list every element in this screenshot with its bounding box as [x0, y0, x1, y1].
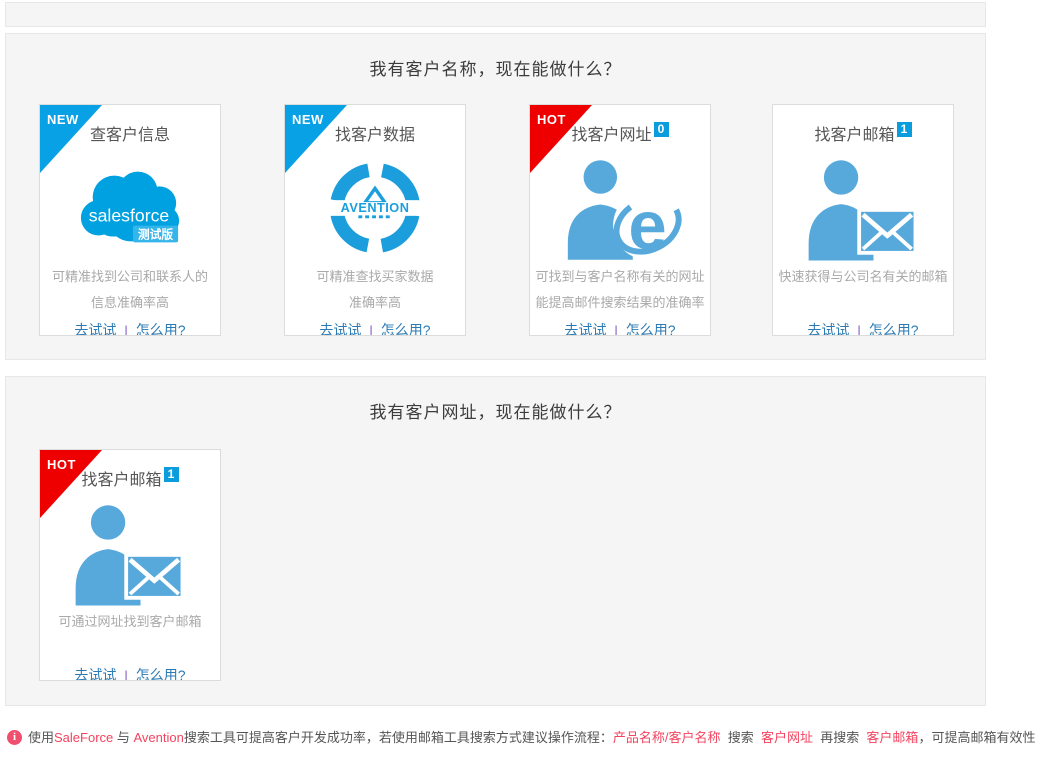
link-separator: |: [369, 323, 372, 336]
card-title: 查客户信息: [40, 126, 220, 146]
try-it-link[interactable]: 去试试: [564, 322, 606, 336]
person-mail-icon: [40, 497, 220, 609]
count-badge: 1: [164, 467, 179, 482]
link-separator: |: [857, 323, 860, 336]
info-icon: i: [7, 730, 22, 745]
link-separator: |: [124, 323, 127, 336]
section-customer-name: 我有客户名称，现在能做什么？ NEW 查客户信息 salesforce 测试版: [5, 33, 986, 360]
top-bar: [5, 2, 986, 27]
try-it-link[interactable]: 去试试: [74, 322, 116, 336]
section-title: 我有客户网址，现在能做什么？: [6, 398, 985, 423]
section-customer-website: 我有客户网址，现在能做什么？ HOT 找客户邮箱1 可通过网址找到客户邮箱 去: [5, 376, 986, 706]
card-description: 可通过网址找到客户邮箱: [40, 609, 220, 662]
section-title: 我有客户名称，现在能做什么？: [6, 55, 985, 80]
card-check-customer-info: NEW 查客户信息 salesforce 测试版 可精准找到公司和联系人的: [39, 104, 221, 336]
count-badge: 1: [897, 122, 912, 137]
card-title: 找客户数据: [285, 126, 465, 146]
card-find-customer-email: 找客户邮箱1 快速获得与公司名有关的邮箱 去试试 | 怎么用?: [772, 104, 954, 336]
card-title: 找客户邮箱1: [40, 471, 220, 491]
count-badge: 0: [654, 122, 669, 137]
avention-logo: AVENTION: [285, 152, 465, 264]
card-description: 可找到与客户名称有关的网址 能提高邮件搜索结果的准确率: [530, 264, 710, 317]
how-to-use-link[interactable]: 怎么用?: [626, 322, 676, 336]
how-to-use-link[interactable]: 怎么用?: [869, 322, 919, 336]
link-separator: |: [124, 668, 127, 681]
how-to-use-link[interactable]: 怎么用?: [136, 667, 186, 681]
card-title: 找客户网址0: [530, 126, 710, 146]
how-to-use-link[interactable]: 怎么用?: [136, 322, 186, 336]
footer-tip-text: 使用SaleForce 与 Avention搜索工具可提高客户开发成功率，若使用…: [28, 729, 1035, 747]
person-browser-icon: e: [530, 152, 710, 264]
card-find-customer-website: HOT 找客户网址0 e 可找到与客户名称有关的网址 能提高邮件搜索结果的准确率…: [529, 104, 711, 336]
footer-tip: i 使用SaleForce 与 Avention搜索工具可提高客户开发成功率，若…: [7, 729, 1037, 747]
person-mail-icon: [773, 152, 953, 264]
try-it-link[interactable]: 去试试: [74, 667, 116, 681]
card-find-customer-email-by-url: HOT 找客户邮箱1 可通过网址找到客户邮箱 去试试|怎么用?: [39, 449, 221, 681]
link-separator: |: [614, 323, 617, 336]
salesforce-trial-badge: 测试版: [138, 227, 174, 241]
card-description: 快速获得与公司名有关的邮箱: [773, 264, 953, 317]
card-description: 可精准查找买家数据 准确率高: [285, 264, 465, 317]
salesforce-logo: salesforce 测试版: [40, 152, 220, 264]
avention-wordmark: AVENTION: [341, 200, 410, 215]
how-to-use-link[interactable]: 怎么用?: [381, 322, 431, 336]
salesforce-wordmark: salesforce: [89, 206, 170, 226]
try-it-link[interactable]: 去试试: [807, 322, 849, 336]
card-title: 找客户邮箱1: [773, 126, 953, 146]
card-description: 可精准找到公司和联系人的 信息准确率高: [40, 264, 220, 317]
try-it-link[interactable]: 去试试: [319, 322, 361, 336]
card-find-customer-data: NEW 找客户数据 AVENTION 可精准查找买家数据 准确率高 去试试|怎么…: [284, 104, 466, 336]
